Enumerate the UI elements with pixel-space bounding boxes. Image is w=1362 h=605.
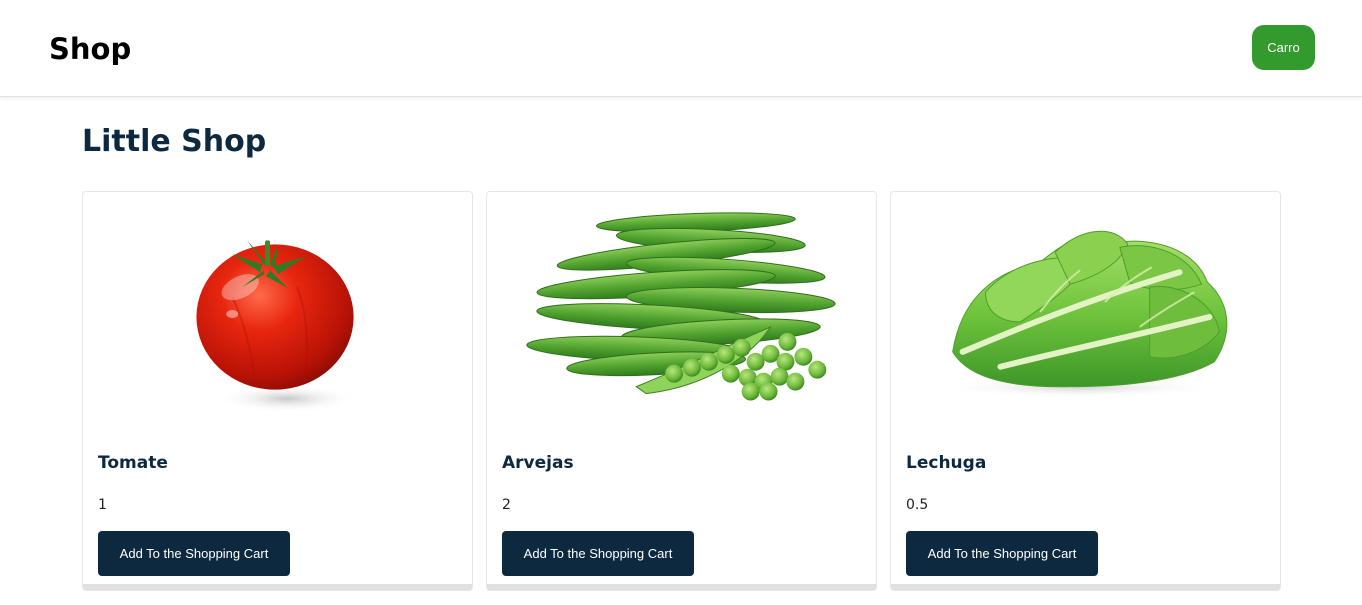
product-name: Tomate xyxy=(98,453,168,473)
cart-button[interactable]: Carro xyxy=(1252,25,1315,70)
product-grid: Tomate 1 Add To the Shopping Cart Arveja… xyxy=(82,191,1281,591)
brand-title: Shop xyxy=(49,32,132,66)
product-card: Lechuga 0.5 Add To the Shopping Cart xyxy=(890,191,1281,591)
product-name: Arvejas xyxy=(502,453,574,473)
add-to-cart-button[interactable]: Add To the Shopping Cart xyxy=(98,531,290,576)
page-title: Little Shop xyxy=(82,124,267,159)
tomato-image xyxy=(196,240,357,413)
lettuce-image xyxy=(940,230,1228,398)
product-name: Lechuga xyxy=(906,453,987,473)
product-image xyxy=(83,192,472,437)
product-image xyxy=(487,192,876,437)
add-to-cart-button[interactable]: Add To the Shopping Cart xyxy=(502,531,694,576)
product-card: Tomate 1 Add To the Shopping Cart xyxy=(82,191,473,591)
product-price: 2 xyxy=(502,497,511,513)
peas-image xyxy=(526,212,836,401)
product-price: 0.5 xyxy=(906,497,929,513)
product-image xyxy=(891,192,1280,437)
navbar: Shop Carro xyxy=(0,0,1362,97)
product-price: 1 xyxy=(98,497,107,513)
product-card: Arvejas 2 Add To the Shopping Cart xyxy=(486,191,877,591)
add-to-cart-button[interactable]: Add To the Shopping Cart xyxy=(906,531,1098,576)
